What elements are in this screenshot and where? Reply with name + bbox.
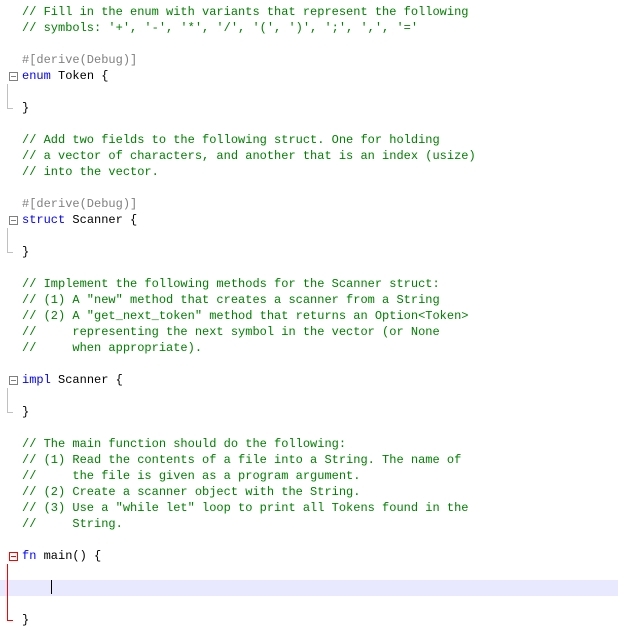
comment: // representing the next symbol in the v… bbox=[22, 325, 440, 339]
comment: // a vector of characters, and another t… bbox=[22, 149, 476, 163]
gutter bbox=[0, 4, 20, 20]
code-line[interactable]: // when appropriate). bbox=[0, 340, 618, 356]
code-line[interactable]: // The main function should do the follo… bbox=[0, 436, 618, 452]
comment: // Fill in the enum with variants that r… bbox=[22, 5, 468, 19]
brace: { bbox=[116, 373, 123, 387]
keyword: fn bbox=[22, 549, 36, 563]
comment: // (1) Read the contents of a file into … bbox=[22, 453, 461, 467]
fold-collapse-icon[interactable] bbox=[9, 376, 18, 385]
identifier: Scanner bbox=[65, 213, 130, 227]
comment: // (1) A "new" method that creates a sca… bbox=[22, 293, 440, 307]
comment: // Implement the following methods for t… bbox=[22, 277, 440, 291]
code-line[interactable]: enum Token { bbox=[0, 68, 618, 84]
code-editor[interactable]: // Fill in the enum with variants that r… bbox=[0, 0, 618, 628]
fold-guide bbox=[7, 564, 8, 580]
code-line[interactable]: // the file is given as a program argume… bbox=[0, 468, 618, 484]
code-line[interactable]: // (3) Use a "while let" loop to print a… bbox=[0, 500, 618, 516]
brace: { bbox=[101, 69, 108, 83]
code-line[interactable]: // (1) A "new" method that creates a sca… bbox=[0, 292, 618, 308]
code-line[interactable]: } bbox=[0, 404, 618, 420]
fold-guide bbox=[7, 388, 8, 404]
code-line[interactable]: // (1) Read the contents of a file into … bbox=[0, 452, 618, 468]
fold-end-icon bbox=[7, 404, 8, 412]
fold-guide bbox=[7, 84, 8, 100]
code-line[interactable]: } bbox=[0, 612, 618, 628]
brace: } bbox=[22, 101, 29, 115]
code-line[interactable]: // a vector of characters, and another t… bbox=[0, 148, 618, 164]
comment: // The main function should do the follo… bbox=[22, 437, 346, 451]
brace: } bbox=[22, 613, 29, 627]
comment: // Add two fields to the following struc… bbox=[22, 133, 440, 147]
code-line[interactable] bbox=[0, 260, 618, 276]
code-line[interactable]: #[derive(Debug)] bbox=[0, 196, 618, 212]
fold-end-icon bbox=[7, 244, 8, 252]
keyword: struct bbox=[22, 213, 65, 227]
code-line[interactable]: // symbols: '+', '-', '*', '/', '(', ')'… bbox=[0, 20, 618, 36]
gutter bbox=[0, 20, 20, 36]
code-line[interactable]: // String. bbox=[0, 516, 618, 532]
fold-collapse-icon[interactable] bbox=[9, 552, 18, 561]
code-line[interactable]: // representing the next symbol in the v… bbox=[0, 324, 618, 340]
gutter bbox=[0, 52, 20, 68]
comment: // (2) Create a scanner object with the … bbox=[22, 485, 360, 499]
fold-end-icon bbox=[7, 612, 8, 620]
fold-guide bbox=[7, 228, 8, 244]
text-cursor bbox=[51, 580, 52, 594]
current-line[interactable] bbox=[0, 580, 618, 596]
code-line[interactable] bbox=[0, 84, 618, 100]
code-line[interactable] bbox=[0, 116, 618, 132]
fold-end-icon bbox=[7, 100, 8, 108]
code-line[interactable]: struct Scanner { bbox=[0, 212, 618, 228]
attribute: #[derive(Debug)] bbox=[22, 53, 137, 67]
code-line[interactable]: } bbox=[0, 100, 618, 116]
comment: // (3) Use a "while let" loop to print a… bbox=[22, 501, 468, 515]
code-line[interactable]: // (2) A "get_next_token" method that re… bbox=[0, 308, 618, 324]
code-line[interactable]: // (2) Create a scanner object with the … bbox=[0, 484, 618, 500]
code-line[interactable] bbox=[0, 36, 618, 52]
code-line[interactable] bbox=[0, 596, 618, 612]
fold-guide bbox=[7, 580, 8, 596]
code-line[interactable] bbox=[0, 564, 618, 580]
code-line[interactable]: // into the vector. bbox=[0, 164, 618, 180]
brace: } bbox=[22, 245, 29, 259]
code-line[interactable] bbox=[0, 180, 618, 196]
code-line[interactable]: // Fill in the enum with variants that r… bbox=[0, 4, 618, 20]
attribute: #[derive(Debug)] bbox=[22, 197, 137, 211]
code-line[interactable] bbox=[0, 388, 618, 404]
code-line[interactable]: fn main() { bbox=[0, 548, 618, 564]
fold-collapse-icon[interactable] bbox=[9, 216, 18, 225]
code-line[interactable] bbox=[0, 356, 618, 372]
gutter[interactable] bbox=[0, 68, 20, 84]
comment: // String. bbox=[22, 517, 123, 531]
fold-guide bbox=[7, 596, 8, 612]
code-line[interactable]: // Implement the following methods for t… bbox=[0, 276, 618, 292]
identifier: Scanner bbox=[51, 373, 116, 387]
fold-collapse-icon[interactable] bbox=[9, 72, 18, 81]
brace: } bbox=[22, 405, 29, 419]
code-line[interactable] bbox=[0, 532, 618, 548]
brace: { bbox=[94, 549, 101, 563]
identifier: Token bbox=[51, 69, 101, 83]
identifier: main() bbox=[36, 549, 94, 563]
keyword: enum bbox=[22, 69, 51, 83]
comment: // into the vector. bbox=[22, 165, 159, 179]
code-line[interactable]: impl Scanner { bbox=[0, 372, 618, 388]
comment: // when appropriate). bbox=[22, 341, 202, 355]
code-line[interactable] bbox=[0, 228, 618, 244]
code-line[interactable]: // Add two fields to the following struc… bbox=[0, 132, 618, 148]
code-line[interactable]: #[derive(Debug)] bbox=[0, 52, 618, 68]
comment: // symbols: '+', '-', '*', '/', '(', ')'… bbox=[22, 21, 418, 35]
code-line[interactable]: } bbox=[0, 244, 618, 260]
comment: // the file is given as a program argume… bbox=[22, 469, 360, 483]
comment: // (2) A "get_next_token" method that re… bbox=[22, 309, 468, 323]
code-line[interactable] bbox=[0, 420, 618, 436]
brace: { bbox=[130, 213, 137, 227]
keyword: impl bbox=[22, 373, 51, 387]
